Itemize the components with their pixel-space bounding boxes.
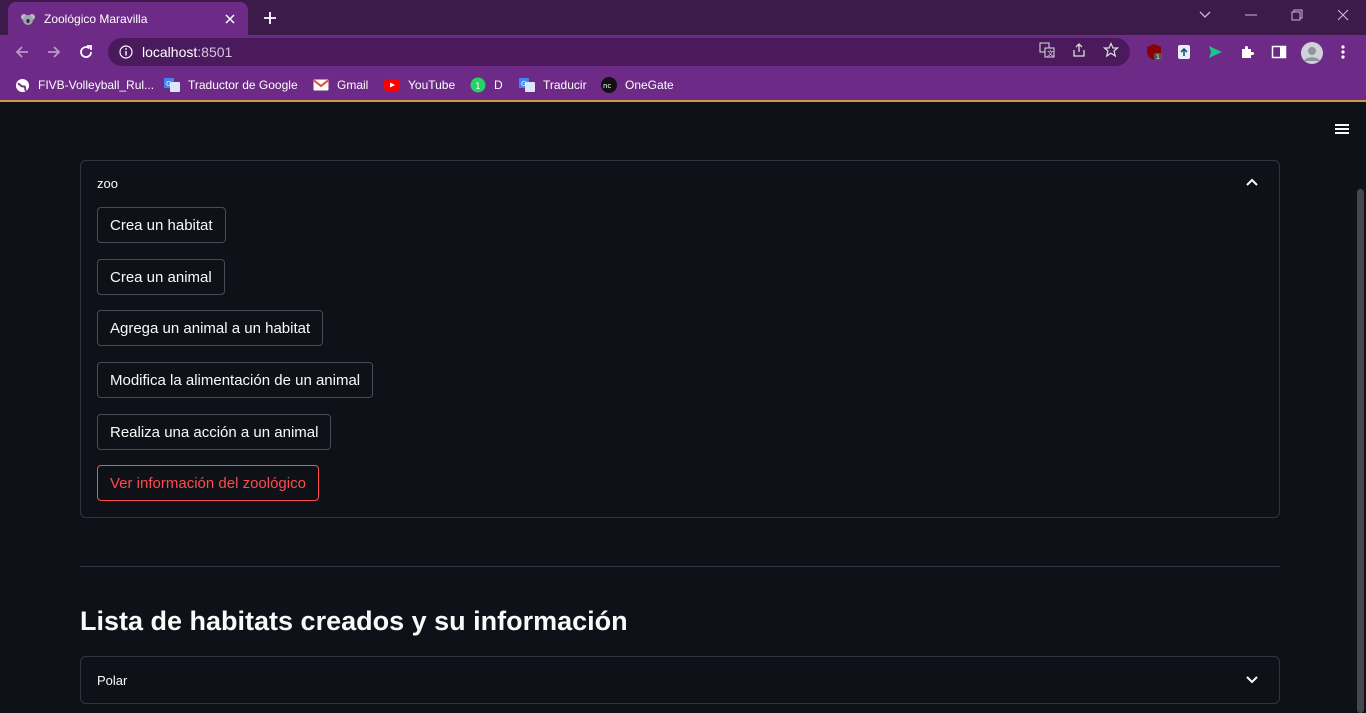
close-window-icon[interactable] [1320, 0, 1366, 30]
side-panel-icon[interactable] [1270, 43, 1288, 61]
view-zoo-info-button[interactable]: Ver información del zoológico [97, 465, 319, 501]
polar-habitat-expander[interactable]: Polar [80, 656, 1280, 704]
svg-text:文: 文 [1047, 49, 1054, 58]
perform-animal-action-button[interactable]: Realiza una acción a un animal [97, 414, 332, 450]
bookmark-item[interactable]: Gmail [313, 76, 368, 94]
zoo-expander-label: zoo [97, 175, 118, 191]
scrollbar[interactable] [1357, 189, 1364, 713]
bookmark-star-icon[interactable] [1102, 41, 1120, 59]
close-tab-icon[interactable] [222, 11, 238, 27]
browser-tabstrip: Zoológico Maravilla [0, 0, 1366, 35]
back-icon[interactable] [10, 40, 34, 64]
new-tab-icon[interactable] [258, 6, 282, 30]
koala-favicon-icon [20, 11, 36, 27]
browser-tab[interactable]: Zoológico Maravilla [8, 2, 248, 35]
address-bar[interactable]: localhost:8501 [108, 38, 1130, 66]
bookmark-label: FIVB-Volleyball_Rul... [38, 78, 155, 92]
bookmark-item[interactable]: nc OneGate [601, 76, 674, 94]
youtube-icon [384, 77, 400, 93]
zoo-expander-header[interactable]: zoo [81, 161, 1279, 205]
bookmark-label: Traducir [543, 78, 587, 92]
extension-upload-icon[interactable] [1175, 43, 1193, 61]
hamburger-menu-icon[interactable] [1332, 121, 1352, 137]
svg-text:G: G [166, 80, 171, 88]
forward-icon[interactable] [42, 40, 66, 64]
chevron-up-icon [1246, 178, 1258, 186]
bookmark-item[interactable]: 1 D [470, 76, 503, 94]
svg-text:1: 1 [475, 82, 481, 92]
bookmarks-bar: FIVB-Volleyball_Rul... G Traductor de Go… [0, 69, 1366, 102]
onegate-icon: nc [601, 77, 617, 93]
translate-icon: G [519, 77, 535, 93]
divider [80, 566, 1280, 567]
app-main: zoo Crea un habitat Crea un animal Agreg… [0, 104, 1366, 713]
ublock-icon[interactable]: 1 [1145, 43, 1163, 61]
tab-title: Zoológico Maravilla [44, 11, 148, 26]
bookmark-label: D [494, 78, 503, 92]
gmail-icon [313, 77, 329, 93]
translate-icon: G [164, 77, 180, 93]
bookmark-label: OneGate [625, 78, 674, 92]
add-animal-to-habitat-button[interactable]: Agrega un animal a un habitat [97, 310, 324, 346]
bookmark-item[interactable]: G Traductor de Google [164, 76, 298, 94]
section-title: Lista de habitats creados y su informaci… [80, 606, 628, 636]
site-info-icon[interactable] [118, 44, 134, 60]
bookmark-item[interactable]: G Traducir [519, 76, 587, 94]
reload-icon[interactable] [74, 40, 98, 64]
extensions-puzzle-icon[interactable] [1238, 43, 1256, 61]
bookmark-label: YouTube [408, 78, 456, 92]
bookmark-label: Gmail [337, 78, 369, 92]
profile-avatar[interactable] [1300, 41, 1324, 65]
bookmark-item[interactable]: FIVB-Volleyball_Rul... [14, 76, 154, 94]
browser-toolbar: localhost:8501 文 1 [0, 35, 1366, 69]
menu-kebab-icon[interactable] [1334, 43, 1352, 61]
whatsapp-icon: 1 [470, 77, 486, 93]
bookmark-item[interactable]: YouTube [384, 76, 455, 94]
restore-icon[interactable] [1274, 0, 1320, 30]
minimize-icon[interactable] [1228, 0, 1274, 30]
tab-search-icon[interactable] [1182, 0, 1228, 30]
svg-text:1: 1 [1156, 54, 1160, 61]
translate-page-icon[interactable]: 文 [1038, 41, 1056, 59]
polar-expander-header[interactable]: Polar [81, 657, 1279, 703]
bookmark-label: Traductor de Google [188, 78, 298, 92]
url-port: :8501 [197, 44, 233, 60]
create-animal-button[interactable]: Crea un animal [97, 259, 225, 295]
zoo-expander: zoo Crea un habitat Crea un animal Agreg… [80, 160, 1280, 518]
send-extension-icon[interactable] [1206, 43, 1224, 61]
svg-text:nc: nc [603, 82, 611, 90]
globe-icon [14, 77, 30, 93]
chevron-down-icon [1246, 676, 1258, 684]
create-habitat-button[interactable]: Crea un habitat [97, 207, 226, 243]
svg-text:G: G [521, 80, 526, 88]
url-host: localhost [142, 44, 198, 60]
polar-expander-label: Polar [97, 672, 128, 688]
modify-feeding-button[interactable]: Modifica la alimentación de un animal [97, 362, 374, 398]
share-icon[interactable] [1070, 41, 1088, 59]
